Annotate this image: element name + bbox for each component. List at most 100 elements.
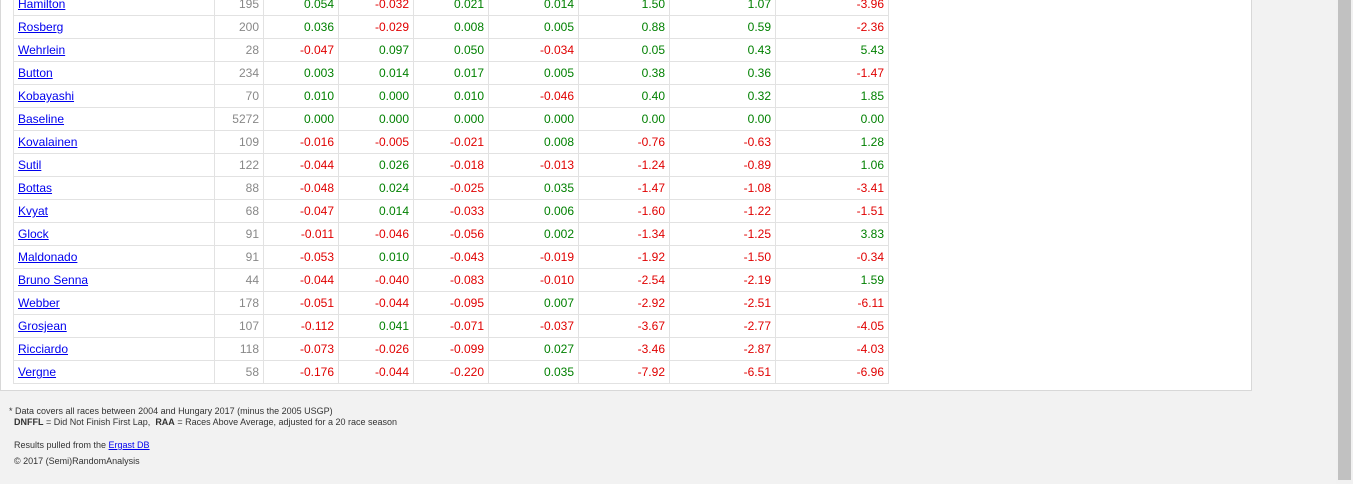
stat-cell-6: -2.77: [669, 314, 776, 338]
driver-name-cell: Button: [13, 61, 215, 85]
driver-link[interactable]: Wehrlein: [18, 43, 65, 57]
stat-cell-4: -0.013: [488, 153, 579, 177]
stat-cell-3: 0.050: [413, 38, 489, 62]
stat-cell-7: -2.36: [775, 15, 889, 39]
driver-link[interactable]: Button: [18, 66, 53, 80]
scrollbar-thumb[interactable]: [1338, 0, 1351, 480]
stat-cell-2: 0.024: [338, 176, 414, 200]
stat-cell-1: -0.047: [263, 199, 339, 223]
races-cell: 58: [214, 360, 264, 384]
page-scrollbar[interactable]: [1336, 0, 1353, 484]
stat-cell-7: -6.96: [775, 360, 889, 384]
stat-cell-6: 0.32: [669, 84, 776, 108]
stat-cell-2: 0.000: [338, 107, 414, 131]
stat-cell-5: -2.54: [578, 268, 670, 292]
stat-cell-7: 1.28: [775, 130, 889, 154]
stat-cell-4: -0.010: [488, 268, 579, 292]
stat-cell-5: 0.88: [578, 15, 670, 39]
stat-cell-3: -0.095: [413, 291, 489, 315]
table-row: Hamilton 195 0.054 -0.032 0.021 0.014 1.50 1.07…: [13, 0, 889, 16]
stat-cell-6: -2.87: [669, 337, 776, 361]
driver-link[interactable]: Sutil: [18, 158, 41, 172]
stat-cell-1: -0.073: [263, 337, 339, 361]
stat-cell-3: -0.220: [413, 360, 489, 384]
driver-link[interactable]: Kvyat: [18, 204, 48, 218]
stat-cell-3: -0.033: [413, 199, 489, 223]
stat-cell-1: 0.054: [263, 0, 339, 16]
stat-cell-5: 0.05: [578, 38, 670, 62]
races-cell: 195: [214, 0, 264, 16]
stat-cell-7: 5.43: [775, 38, 889, 62]
driver-link[interactable]: Kovalainen: [18, 135, 77, 149]
stat-cell-5: -1.47: [578, 176, 670, 200]
stat-cell-4: -0.046: [488, 84, 579, 108]
table-row: Vergne 58 -0.176 -0.044 -0.220 0.035 -7.92 -6.5…: [13, 360, 889, 384]
stat-cell-1: -0.176: [263, 360, 339, 384]
stat-cell-5: -1.92: [578, 245, 670, 269]
races-cell: 5272: [214, 107, 264, 131]
dnffl-definition: = Did Not Finish First Lap,: [43, 417, 151, 427]
dnffl-abbr: DNFFL: [14, 417, 44, 427]
stat-cell-7: 1.85: [775, 84, 889, 108]
stat-cell-3: -0.025: [413, 176, 489, 200]
table-row: Kobayashi 70 0.010 0.000 0.010 -0.046 0.40 0.32…: [13, 84, 889, 108]
driver-link[interactable]: Bottas: [18, 181, 52, 195]
copyright: © 2017 (Semi)RandomAnalysis: [14, 456, 140, 466]
raa-definition: = Races Above Average, adjusted for a 20…: [174, 417, 398, 427]
stat-cell-7: -4.03: [775, 337, 889, 361]
stat-cell-4: -0.034: [488, 38, 579, 62]
stat-cell-3: -0.043: [413, 245, 489, 269]
table-row: Sutil 122 -0.044 0.026 -0.018 -0.013 -1.24 -0.8…: [13, 153, 889, 177]
stat-cell-3: -0.071: [413, 314, 489, 338]
stat-cell-6: -0.63: [669, 130, 776, 154]
stat-cell-7: -0.34: [775, 245, 889, 269]
stat-cell-6: -2.19: [669, 268, 776, 292]
driver-link[interactable]: Maldonado: [18, 250, 77, 264]
results-source: Results pulled from the Ergast DB: [14, 440, 150, 450]
stat-cell-1: -0.011: [263, 222, 339, 246]
stat-cell-1: 0.036: [263, 15, 339, 39]
stat-cell-1: -0.044: [263, 268, 339, 292]
driver-link[interactable]: Hamilton: [18, 0, 65, 11]
stat-cell-5: 1.50: [578, 0, 670, 16]
races-cell: 91: [214, 245, 264, 269]
driver-link[interactable]: Kobayashi: [18, 89, 74, 103]
stat-cell-1: 0.000: [263, 107, 339, 131]
driver-link[interactable]: Glock: [18, 227, 49, 241]
stat-cell-4: 0.027: [488, 337, 579, 361]
raa-abbr: RAA: [155, 417, 175, 427]
driver-stats-table: Hamilton 195 0.054 -0.032 0.021 0.014 1.50 1.07…: [13, 0, 889, 384]
stat-cell-4: 0.002: [488, 222, 579, 246]
stat-cell-7: 1.06: [775, 153, 889, 177]
stat-cell-2: -0.029: [338, 15, 414, 39]
stat-cell-2: -0.044: [338, 291, 414, 315]
driver-name-cell: Maldonado: [13, 245, 215, 269]
driver-name-cell: Hamilton: [13, 0, 215, 16]
stat-cell-3: -0.056: [413, 222, 489, 246]
stat-cell-3: 0.017: [413, 61, 489, 85]
stat-cell-6: -1.08: [669, 176, 776, 200]
driver-link[interactable]: Baseline: [18, 112, 64, 126]
stat-cell-6: -6.51: [669, 360, 776, 384]
ergast-db-link[interactable]: Ergast DB: [109, 440, 150, 450]
stat-cell-1: -0.047: [263, 38, 339, 62]
driver-link[interactable]: Webber: [18, 296, 60, 310]
driver-name-cell: Glock: [13, 222, 215, 246]
driver-name-cell: Baseline: [13, 107, 215, 131]
driver-link[interactable]: Rosberg: [18, 20, 63, 34]
driver-link[interactable]: Bruno Senna: [18, 273, 88, 287]
driver-link[interactable]: Ricciardo: [18, 342, 68, 356]
stat-cell-4: 0.005: [488, 61, 579, 85]
races-cell: 109: [214, 130, 264, 154]
stat-cell-5: -1.24: [578, 153, 670, 177]
stat-cell-4: -0.019: [488, 245, 579, 269]
driver-name-cell: Kobayashi: [13, 84, 215, 108]
stat-cell-7: -3.41: [775, 176, 889, 200]
races-cell: 200: [214, 15, 264, 39]
stat-cell-4: 0.007: [488, 291, 579, 315]
stat-cell-3: -0.099: [413, 337, 489, 361]
stat-cell-6: -0.89: [669, 153, 776, 177]
stat-cell-1: -0.044: [263, 153, 339, 177]
driver-link[interactable]: Grosjean: [18, 319, 67, 333]
driver-link[interactable]: Vergne: [18, 365, 56, 379]
